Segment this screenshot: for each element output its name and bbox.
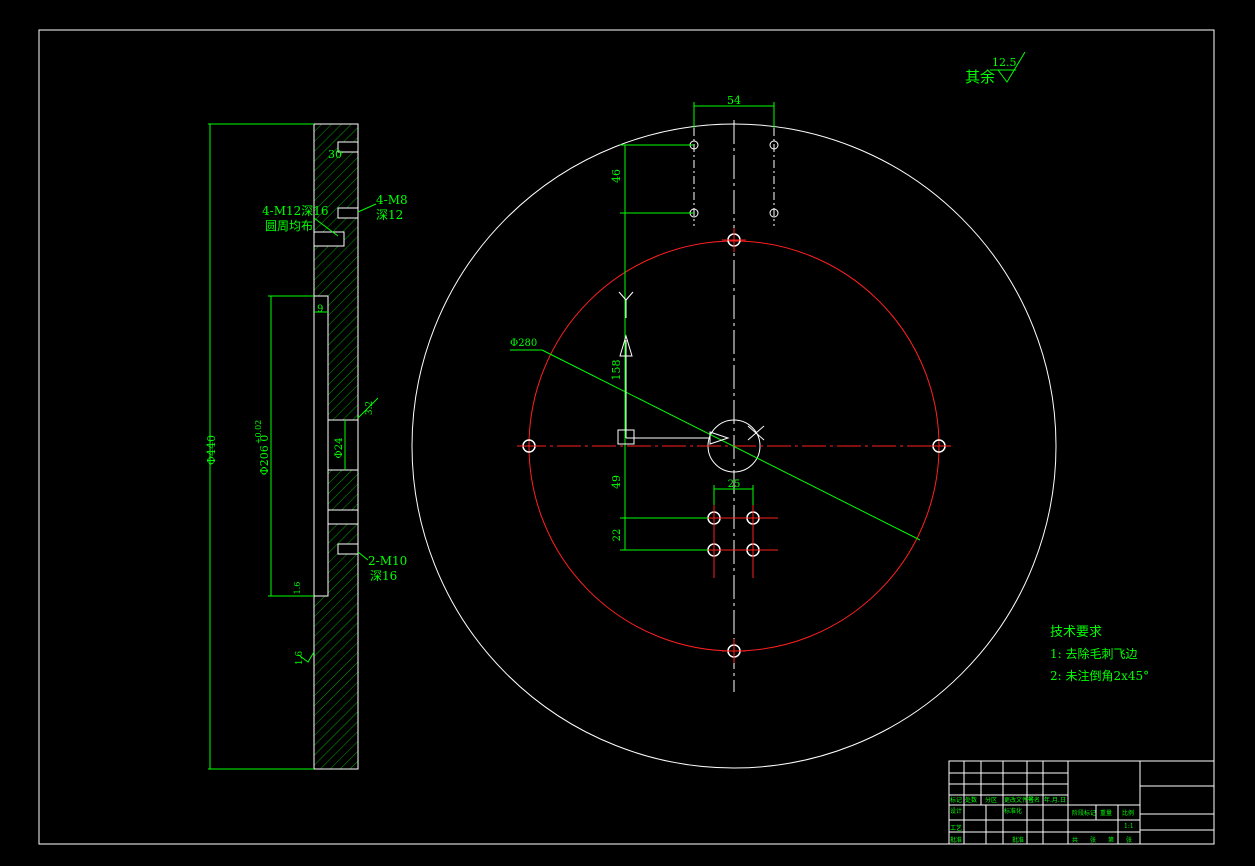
svg-text:标记: 标记 bbox=[950, 796, 962, 804]
svg-text:张: 张 bbox=[1126, 836, 1132, 844]
tech-item-1: 1: 去除毛刺飞边 bbox=[1050, 646, 1138, 661]
dim-pitch-diameter: Φ280 bbox=[510, 338, 537, 349]
svg-text:标准化: 标准化 bbox=[1004, 807, 1022, 815]
svg-text:1:1: 1:1 bbox=[1124, 823, 1134, 830]
svg-text:设计: 设计 bbox=[950, 807, 962, 815]
dim-small-spacing: 25 bbox=[728, 479, 741, 490]
svg-text:比例: 比例 bbox=[1122, 809, 1134, 817]
roughness-c: 1.6 bbox=[295, 651, 305, 666]
dim-recess-tolerance: +0.02 bbox=[254, 420, 263, 445]
thread-bottom-depth: 深16 bbox=[370, 569, 397, 583]
thread-left-label: 4-M12深16 bbox=[262, 204, 329, 218]
roughness-b: 1.6 bbox=[293, 582, 302, 595]
svg-text:签名: 签名 bbox=[1028, 796, 1040, 804]
tech-item-2: 2: 未注倒角2x45° bbox=[1050, 668, 1149, 683]
svg-text:处数: 处数 bbox=[965, 796, 977, 804]
svg-text:其余: 其余 bbox=[965, 68, 995, 86]
svg-text:共: 共 bbox=[1072, 836, 1078, 844]
dim-recess-depth: 9 bbox=[317, 304, 323, 315]
svg-text:第: 第 bbox=[1108, 836, 1114, 844]
svg-text:阶段标记: 阶段标记 bbox=[1072, 809, 1096, 817]
thread-right-label: 4-M8 bbox=[376, 193, 408, 207]
svg-text:批准: 批准 bbox=[950, 836, 962, 844]
svg-text:分区: 分区 bbox=[985, 796, 997, 804]
svg-text:工艺: 工艺 bbox=[950, 824, 962, 832]
dim-top-spacing: 54 bbox=[727, 94, 741, 107]
dim-lower: 49 bbox=[610, 475, 623, 489]
svg-text:张: 张 bbox=[1090, 836, 1096, 844]
thread-left-note: 圆周均布 bbox=[265, 219, 313, 233]
svg-text:重量: 重量 bbox=[1100, 809, 1112, 817]
tech-title: 技术要求 bbox=[1050, 625, 1102, 640]
svg-text:年.月.日: 年.月.日 bbox=[1044, 796, 1066, 804]
svg-text:12.5: 12.5 bbox=[992, 56, 1017, 69]
dim-top-height: 46 bbox=[610, 169, 623, 183]
thread-right-depth: 深12 bbox=[376, 208, 403, 222]
dim-vertical: 158 bbox=[610, 360, 623, 381]
dim-width: 30 bbox=[328, 148, 342, 161]
cad-drawing: 其余 12.5 Φ440 Φ206 0 +0.02 30 9 Φ24 3.2 1… bbox=[0, 0, 1255, 866]
svg-text:批准: 批准 bbox=[1012, 836, 1024, 844]
dim-bore: Φ24 bbox=[334, 438, 345, 459]
dim-outer-diameter: Φ440 bbox=[205, 435, 218, 465]
dim-small-height: 22 bbox=[612, 529, 623, 542]
thread-bottom-label: 2-M10 bbox=[368, 554, 407, 568]
